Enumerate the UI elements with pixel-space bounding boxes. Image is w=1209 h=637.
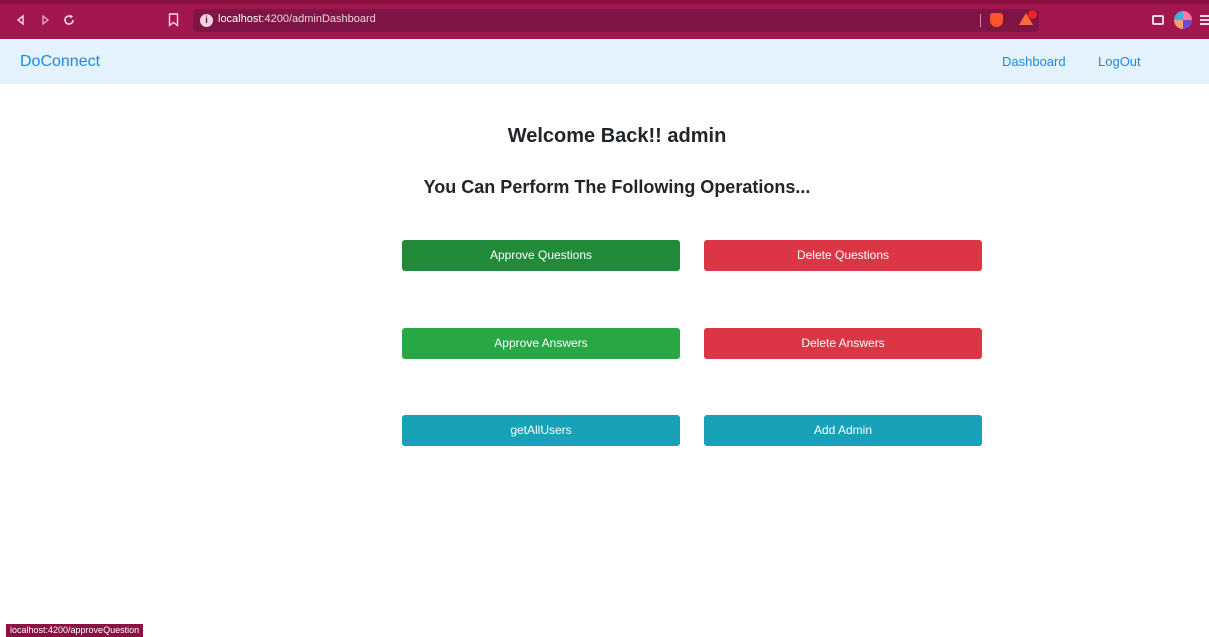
bookmark-icon[interactable]	[168, 13, 179, 27]
wallet-icon[interactable]	[1152, 15, 1164, 25]
add-admin-button[interactable]: Add Admin	[704, 415, 982, 446]
logout-link[interactable]: LogOut	[1098, 54, 1141, 69]
address-bar[interactable]: i localhost:4200/adminDashboard	[193, 9, 1039, 32]
url-path: :4200/adminDashboard	[261, 13, 376, 25]
delete-questions-button[interactable]: Delete Questions	[704, 240, 982, 271]
dashboard-link[interactable]: Dashboard	[1002, 54, 1066, 69]
approve-questions-button[interactable]: Approve Questions	[402, 240, 680, 271]
info-icon[interactable]: i	[200, 14, 213, 27]
approve-answers-button[interactable]: Approve Answers	[402, 328, 680, 359]
delete-answers-button[interactable]: Delete Answers	[704, 328, 982, 359]
profile-icon[interactable]	[1174, 11, 1192, 29]
brave-shield-icon[interactable]	[990, 13, 1003, 27]
operations-heading: You Can Perform The Following Operations…	[423, 177, 811, 197]
brand-link[interactable]: DoConnect	[20, 53, 100, 71]
browser-toolbar: i localhost:4200/adminDashboard	[0, 0, 1209, 39]
rewards-badge	[1028, 10, 1037, 19]
forward-icon[interactable]	[36, 11, 54, 29]
url-text: localhost:4200/adminDashboard	[218, 13, 376, 25]
app-navbar: DoConnect Dashboard LogOut	[0, 39, 1209, 84]
url-host: localhost	[218, 13, 262, 25]
reload-icon[interactable]	[60, 11, 78, 29]
menu-icon[interactable]	[1200, 15, 1209, 25]
welcome-heading: Welcome Back!! admin	[507, 125, 727, 147]
back-icon[interactable]	[12, 11, 30, 29]
status-url: localhost:4200/approveQuestion	[6, 624, 144, 637]
address-divider	[980, 14, 981, 27]
get-all-users-button[interactable]: getAllUsers	[402, 415, 680, 446]
